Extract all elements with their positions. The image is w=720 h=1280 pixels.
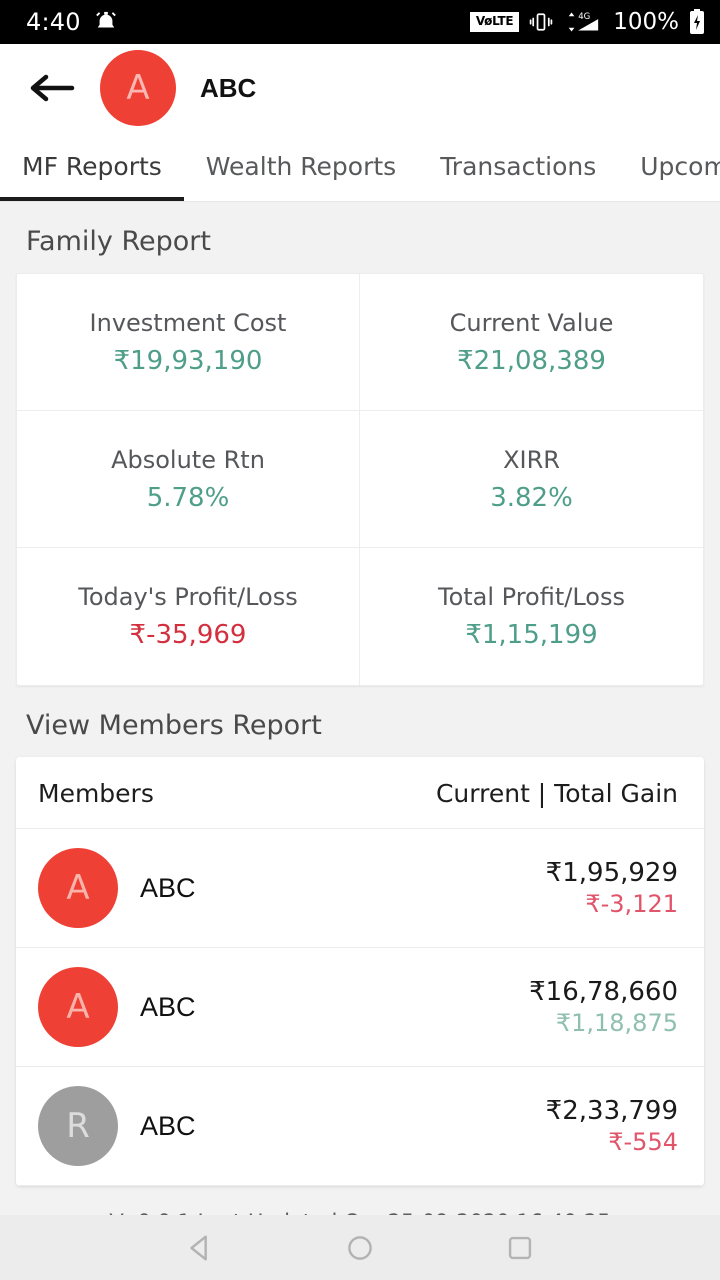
tab-mf-reports[interactable]: MF Reports (0, 132, 184, 201)
stat-value: ₹19,93,190 (113, 345, 263, 376)
avatar-letter: R (66, 1106, 90, 1146)
member-name: ABC (140, 872, 196, 903)
stat-value: 5.78% (146, 482, 230, 513)
stat-cell-total-profit-loss: Total Profit/Loss ₹1,15,199 (360, 548, 703, 685)
column-header-current-total-gain: Current | Total Gain (435, 779, 678, 808)
stat-cell-todays-profit-loss: Today's Profit/Loss ₹-35,969 (17, 548, 360, 685)
stat-label: Total Profit/Loss (437, 583, 625, 611)
status-bar-right: VøLTE 4G 100% (469, 9, 706, 35)
tab-label: Upcoming Ev (640, 152, 720, 181)
avatar: A (38, 967, 118, 1047)
table-row[interactable]: A ABC ₹1,95,929 ₹-3,121 (16, 829, 704, 948)
members-report-card: Members Current | Total Gain A ABC ₹1,95… (16, 757, 704, 1186)
nav-recents-icon[interactable] (490, 1218, 550, 1278)
app-bar: A ABC (0, 44, 720, 132)
tab-wealth-reports[interactable]: Wealth Reports (184, 132, 418, 201)
tab-bar[interactable]: MF Reports Wealth Reports Transactions U… (0, 132, 720, 202)
avatar-letter: A (66, 987, 90, 1027)
avatar-letter: A (126, 68, 150, 108)
nav-home-icon[interactable] (330, 1218, 390, 1278)
avatar: A (38, 848, 118, 928)
member-name: ABC (140, 991, 196, 1022)
stat-value: ₹1,15,199 (465, 620, 598, 650)
content-scroll-area[interactable]: Family Report Investment Cost ₹19,93,190… (0, 202, 720, 1215)
stat-label: XIRR (503, 445, 560, 474)
member-identity: R ABC (38, 1086, 196, 1166)
stat-cell-investment-cost: Investment Cost ₹19,93,190 (17, 274, 360, 411)
family-report-title: Family Report (26, 226, 211, 257)
page-title: ABC (200, 72, 257, 103)
member-current-value: ₹16,78,660 (529, 976, 678, 1007)
android-nav-bar (0, 1215, 720, 1280)
stat-label: Absolute Rtn (111, 445, 265, 474)
stat-label: Today's Profit/Loss (78, 583, 298, 611)
family-report-card: Investment Cost ₹19,93,190 Current Value… (16, 273, 704, 686)
avatar-letter: A (66, 868, 90, 908)
stat-value: ₹-35,969 (129, 620, 247, 650)
stat-cell-xirr: XIRR 3.82% (360, 411, 703, 548)
member-total-gain: ₹1,18,875 (555, 1009, 678, 1038)
status-bar-left: 4:40 (26, 8, 117, 36)
member-total-gain: ₹-3,121 (585, 890, 678, 919)
nav-back-icon[interactable] (170, 1218, 230, 1278)
member-values: ₹16,78,660 ₹1,18,875 (529, 976, 678, 1039)
member-values: ₹1,95,929 ₹-3,121 (546, 857, 678, 920)
avatar: A (100, 50, 176, 126)
charging-battery-icon (688, 9, 706, 35)
table-row[interactable]: A ABC ₹16,78,660 ₹1,18,875 (16, 948, 704, 1067)
stat-value: ₹21,08,389 (457, 345, 606, 376)
members-report-title: View Members Report (26, 710, 322, 741)
phone-screen: 4:40 VøLTE 4G 100% A ABC MF Reports Weal… (0, 0, 720, 1280)
status-bar: 4:40 VøLTE 4G 100% (0, 0, 720, 44)
stat-label: Investment Cost (89, 308, 287, 337)
tab-label: MF Reports (22, 152, 162, 181)
vibrate-icon (528, 11, 554, 33)
tab-upcoming-events[interactable]: Upcoming Ev (618, 132, 720, 201)
network-4g-icon: 4G (563, 10, 601, 34)
tab-transactions[interactable]: Transactions (418, 132, 618, 201)
member-name: ABC (140, 1110, 196, 1141)
table-row[interactable]: R ABC ₹2,33,799 ₹-554 (16, 1067, 704, 1186)
alarm-icon (95, 10, 117, 34)
member-current-value: ₹2,33,799 (545, 1095, 678, 1126)
member-current-value: ₹1,95,929 (545, 857, 678, 888)
member-values: ₹2,33,799 ₹-554 (546, 1095, 678, 1158)
volte-icon: VøLTE (469, 12, 520, 32)
member-identity: A ABC (38, 848, 196, 928)
stat-value: 3.82% (490, 482, 573, 513)
avatar: R (38, 1086, 118, 1166)
status-time: 4:40 (26, 8, 81, 36)
column-header-members: Members (38, 779, 154, 808)
svg-text:4G: 4G (578, 12, 590, 22)
back-arrow-icon[interactable] (26, 68, 78, 108)
tab-label: Transactions (440, 152, 597, 181)
member-identity: A ABC (38, 967, 196, 1047)
stat-cell-current-value: Current Value ₹21,08,389 (360, 274, 703, 411)
battery-percent: 100% (613, 9, 679, 35)
tab-label: Wealth Reports (205, 152, 397, 181)
stat-label: Current Value (449, 308, 614, 337)
members-table-header: Members Current | Total Gain (16, 757, 704, 829)
version-footer: V :0.0.1 Last Updated On :25-09-2020 16:… (0, 1186, 720, 1215)
member-total-gain: ₹-554 (608, 1128, 678, 1157)
stat-cell-absolute-return: Absolute Rtn 5.78% (17, 411, 360, 548)
